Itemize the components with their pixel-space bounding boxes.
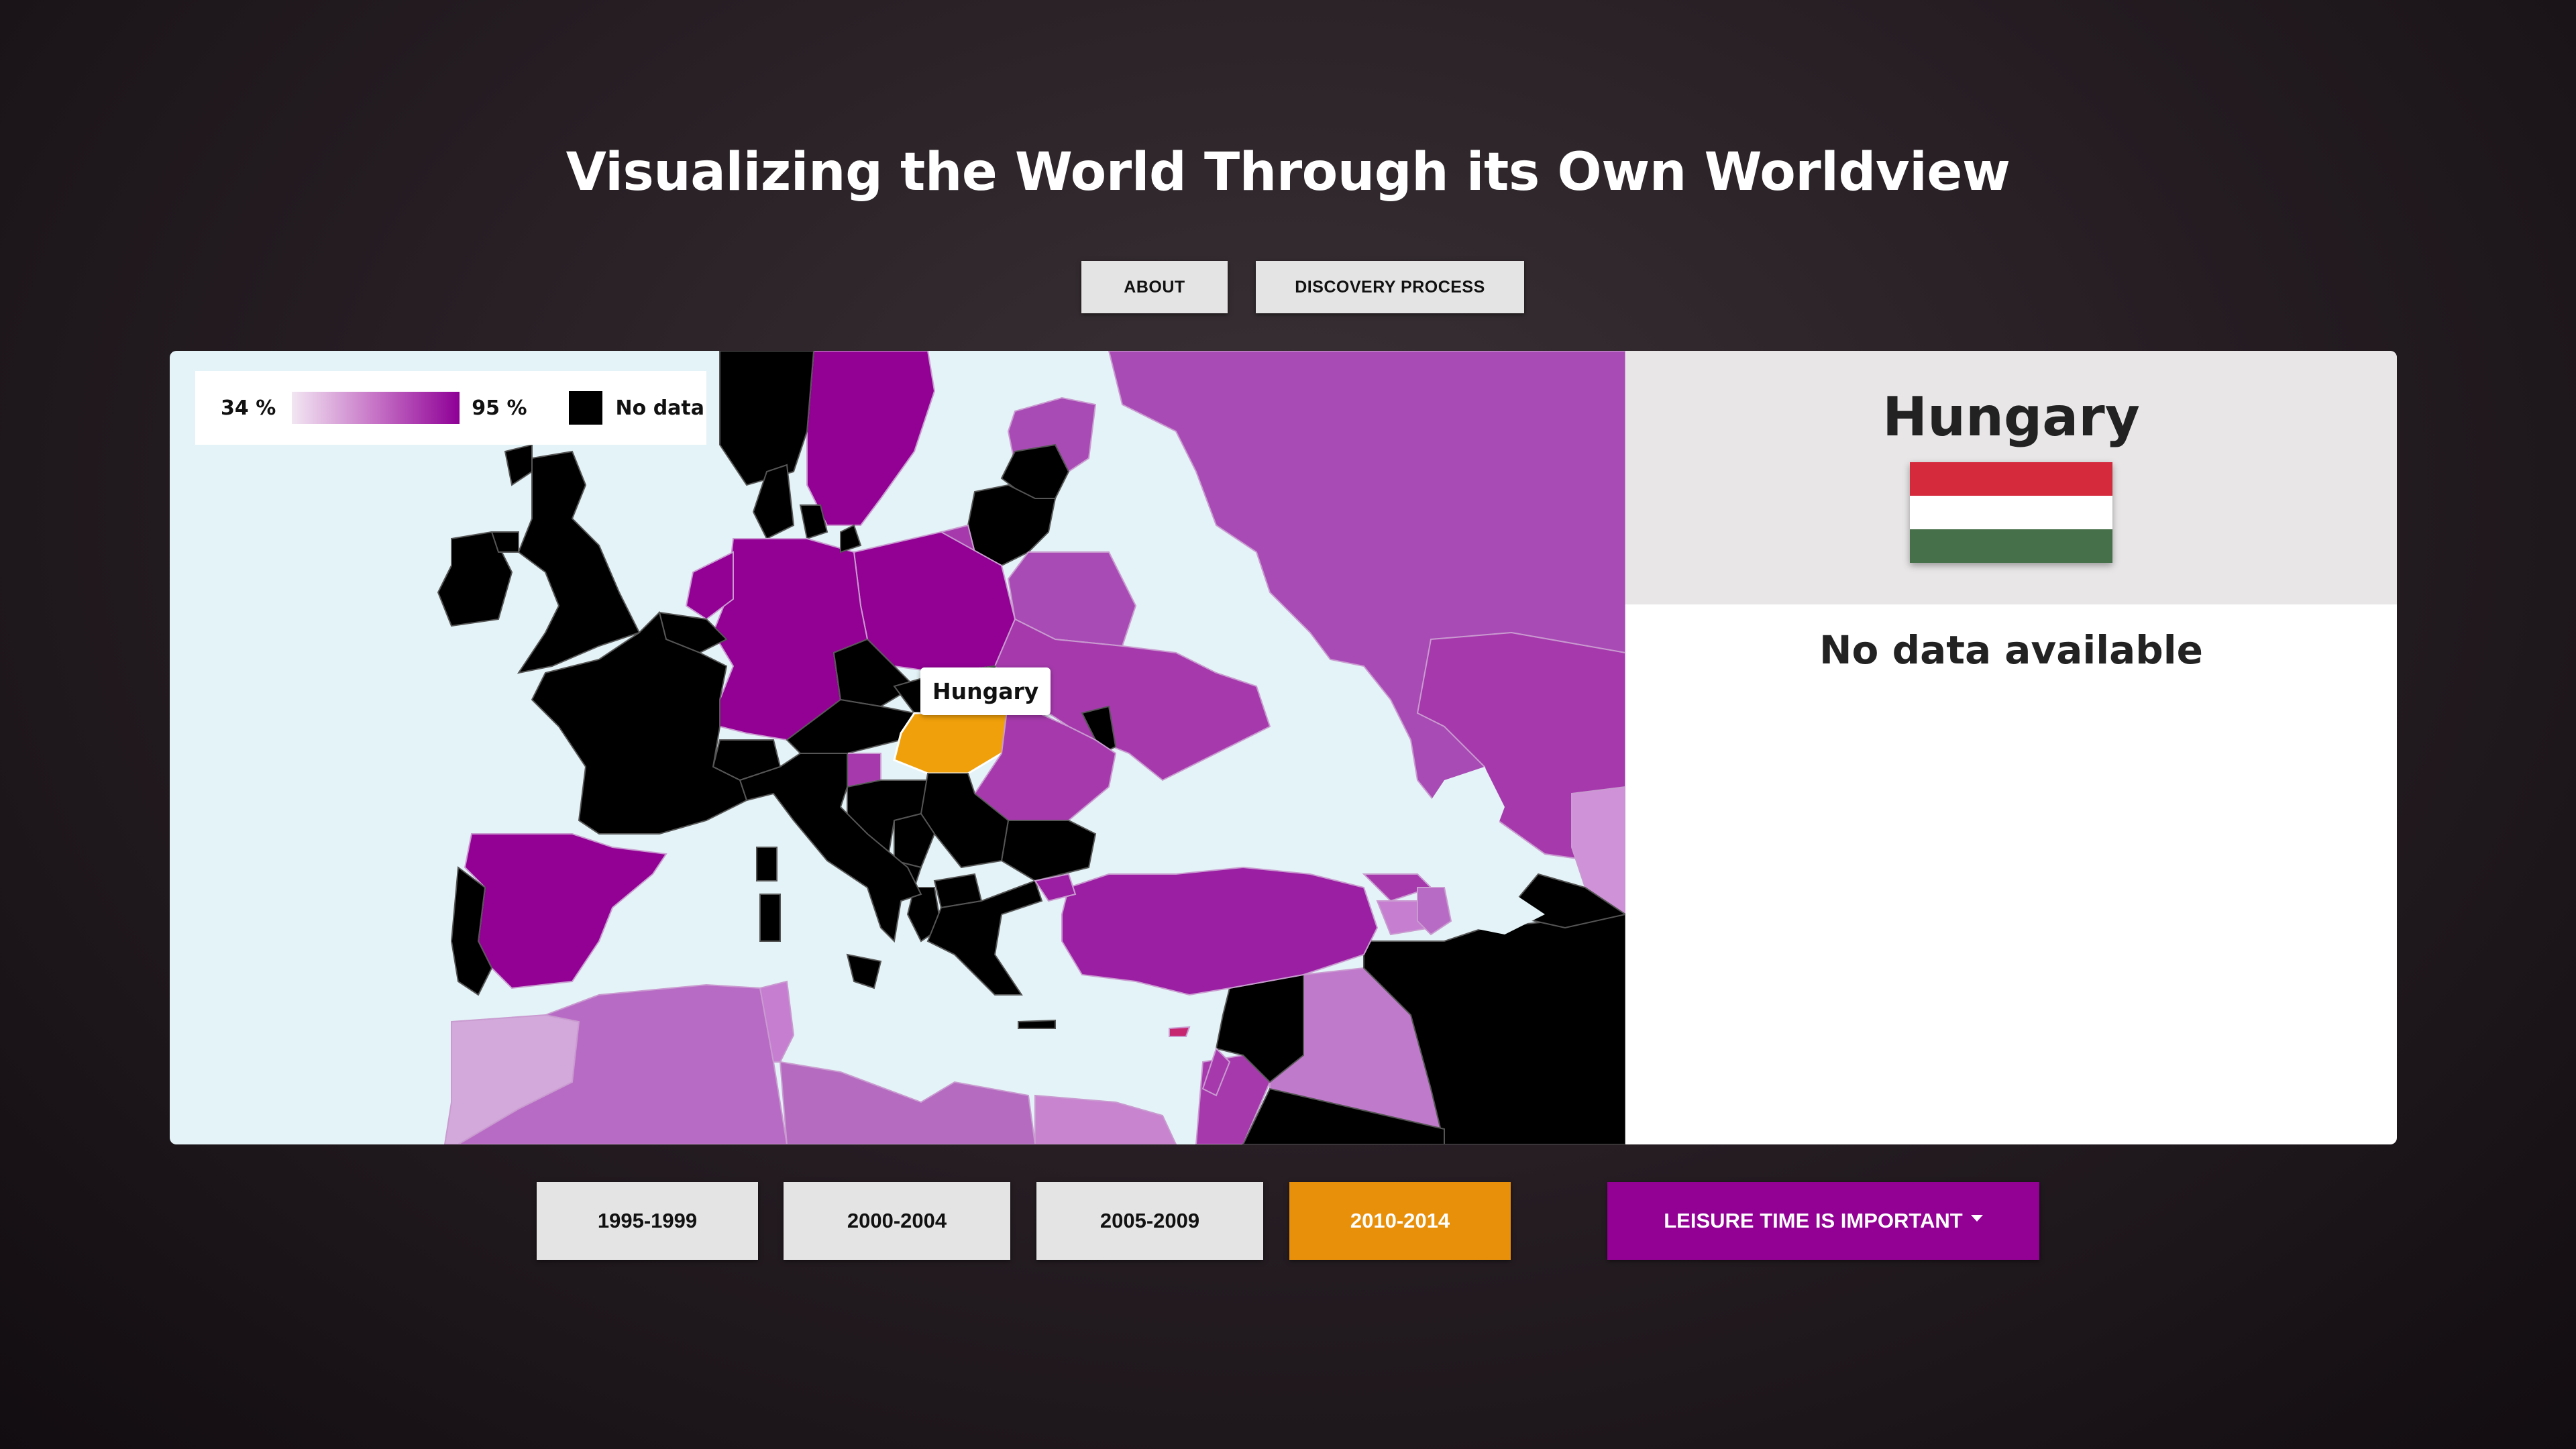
map-svg[interactable]	[170, 351, 1625, 1144]
period-button-2010-2014[interactable]: 2010-2014	[1289, 1182, 1511, 1260]
period-button-1995-1999[interactable]: 1995-1999	[537, 1182, 758, 1260]
country-spain[interactable]	[464, 833, 667, 989]
country-baltic-island[interactable]	[840, 524, 862, 553]
country-norway[interactable]	[719, 351, 815, 486]
country-egypt[interactable]	[1034, 1094, 1177, 1144]
legend-no-data-label: No data	[615, 396, 704, 420]
country-name: Hungary	[1882, 386, 2140, 448]
country-uk[interactable]	[517, 450, 641, 674]
country-info-panel: Hungary No data available	[1625, 351, 2397, 1144]
about-button[interactable]: ABOUT	[1081, 261, 1228, 313]
legend-min-label: 34 %	[221, 396, 276, 420]
country-corsica[interactable]	[756, 847, 777, 881]
period-button-2000-2004[interactable]: 2000-2004	[784, 1182, 1010, 1260]
country-crete[interactable]	[1018, 1019, 1056, 1029]
country-sardinia[interactable]	[759, 894, 781, 942]
no-data-message: No data available	[1819, 627, 2203, 673]
discovery-process-button[interactable]: DISCOVERY PROCESS	[1256, 261, 1524, 313]
country-libya[interactable]	[779, 1061, 1036, 1144]
country-flag-icon	[1910, 462, 2112, 563]
flag-stripe-white	[1910, 496, 2112, 529]
legend-no-data-swatch	[568, 391, 602, 425]
country-sicily[interactable]	[846, 953, 882, 989]
country-info-header: Hungary	[1625, 351, 2397, 604]
flag-stripe-red	[1910, 462, 2112, 496]
country-bulgaria[interactable]	[1000, 820, 1097, 882]
caret-down-icon	[1970, 1215, 1983, 1222]
legend-gradient	[292, 392, 460, 424]
indicator-dropdown[interactable]: LEISURE TIME IS IMPORTANT	[1607, 1182, 2039, 1260]
world-map[interactable]: 34 % 95 % No data Hungary	[170, 351, 1625, 1144]
indicator-label: LEISURE TIME IS IMPORTANT	[1664, 1209, 1963, 1232]
map-legend: 34 % 95 % No data	[195, 371, 706, 445]
country-cyprus[interactable]	[1169, 1026, 1191, 1037]
period-button-2005-2009[interactable]: 2005-2009	[1036, 1182, 1263, 1260]
page-title: Visualizing the World Through its Own Wo…	[566, 142, 2010, 203]
country-scotland-islands[interactable]	[504, 443, 533, 486]
country-tooltip: Hungary	[920, 667, 1051, 715]
flag-stripe-green	[1910, 529, 2112, 563]
country-norway-sweden[interactable]	[806, 351, 936, 526]
legend-max-label: 95 %	[472, 396, 527, 420]
